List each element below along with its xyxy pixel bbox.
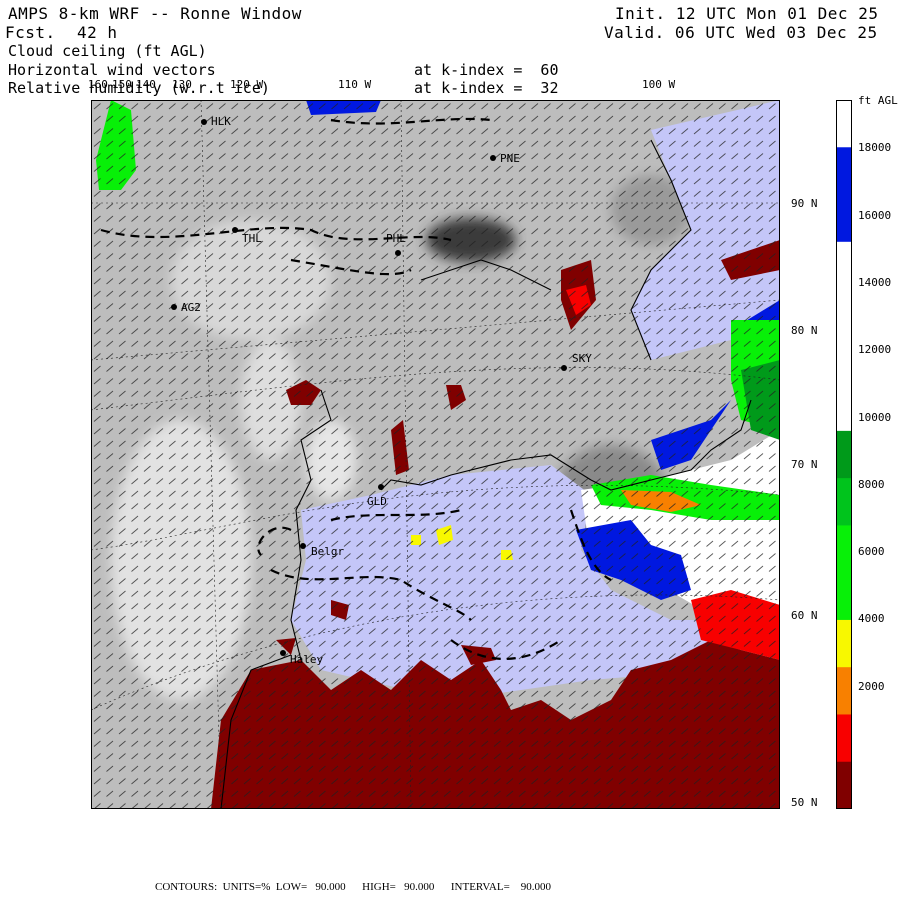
lon-label: 150: [112, 78, 132, 91]
colorbar-tick-label: 14000: [858, 275, 892, 289]
field-ceiling: Cloud ceiling (ft AGL): [8, 42, 207, 60]
colorbar-segment: [836, 147, 852, 196]
station-marker: [395, 250, 401, 256]
forecast-hour: 42 h: [77, 23, 118, 42]
colorbar-segment: [836, 289, 852, 337]
lat-label: 50 N: [791, 796, 818, 809]
contour-info: CONTOURS: UNITS=% LOW= 90.000 HIGH= 90.0…: [155, 881, 551, 893]
colorbar-tick-label: 2000: [858, 679, 885, 693]
colorbar-tick-label: 18000: [858, 141, 892, 155]
station-marker: [201, 119, 207, 125]
lon-label: 110 W: [338, 78, 372, 91]
colorbar-segment: [836, 430, 852, 479]
wind-vector-field: [91, 100, 780, 809]
colorbar-segment: [836, 336, 852, 385]
station-marker: [378, 484, 384, 490]
lat-label: 70 N: [791, 458, 818, 471]
footer-units: UNITS=%: [222, 881, 271, 893]
colorbar-tick-label: 4000: [858, 612, 885, 626]
colorbar-segment: [836, 761, 852, 809]
station-marker: [232, 227, 238, 233]
colorbar-segment: [836, 572, 852, 621]
lon-label: 120 W: [230, 78, 264, 91]
map-panel: [91, 100, 780, 809]
colorbar-segment: [836, 478, 852, 526]
station-marker: [280, 650, 286, 656]
lon-label: 100 W: [642, 78, 676, 91]
colorbar-tick-label: 10000: [858, 410, 892, 424]
colorbar-segment: [836, 714, 852, 763]
colorbar-tick-label: 6000: [858, 545, 885, 559]
init-time: Init. 12 UTC Mon 01 Dec 25: [615, 4, 879, 23]
station-label: PNE: [500, 152, 520, 165]
station-label: GLD: [367, 495, 387, 508]
footer-high: HIGH= 90.000: [362, 881, 435, 893]
field-wind: Horizontal wind vectors: [8, 61, 216, 79]
colorbar-segment: [836, 383, 852, 432]
lon-label: 140: [136, 78, 156, 91]
colorbar-segment: [836, 667, 852, 715]
colorbar: [836, 100, 852, 809]
station-label: AG2: [181, 301, 201, 314]
lat-label: 90 N: [791, 197, 818, 210]
lat-label: 80 N: [791, 324, 818, 337]
valid-time: Valid. 06 UTC Wed 03 Dec 25: [604, 23, 878, 42]
station-label: SKY: [572, 352, 592, 365]
colorbar-tick-label: 8000: [858, 477, 885, 491]
colorbar-tick-label: 12000: [858, 343, 892, 357]
colorbar-segment: [836, 100, 852, 148]
k-index-wind: at k-index = 60: [414, 61, 559, 79]
forecast-label: Fcst.: [5, 23, 56, 42]
colorbar-segment: [836, 525, 852, 574]
k-index-rh: at k-index = 32: [414, 79, 559, 97]
lat-label: 60 N: [791, 609, 818, 622]
station-marker: [561, 365, 567, 371]
lon-label: 160: [88, 78, 108, 91]
footer-contours: CONTOURS:: [155, 881, 218, 893]
station-label: HLK: [211, 115, 231, 128]
station-marker: [171, 304, 177, 310]
lon-label: 130: [172, 78, 192, 91]
station-marker: [300, 543, 306, 549]
colorbar-unit: ft AGL: [858, 94, 898, 107]
map-title: AMPS 8-km WRF -- Ronne Window: [8, 4, 302, 23]
footer-low: LOW= 90.000: [275, 881, 346, 893]
station-label: Haley: [290, 653, 324, 666]
colorbar-segment: [836, 241, 852, 290]
colorbar-tick-label: 16000: [858, 208, 892, 222]
colorbar-segment: [836, 194, 852, 243]
colorbar-segment: [836, 619, 852, 668]
station-marker: [490, 155, 496, 161]
station-label: Belgr: [311, 545, 345, 558]
station-label: THL: [242, 232, 262, 245]
footer-interval: INTERVAL= 90.000: [450, 881, 552, 893]
station-label: PHL: [386, 232, 406, 245]
